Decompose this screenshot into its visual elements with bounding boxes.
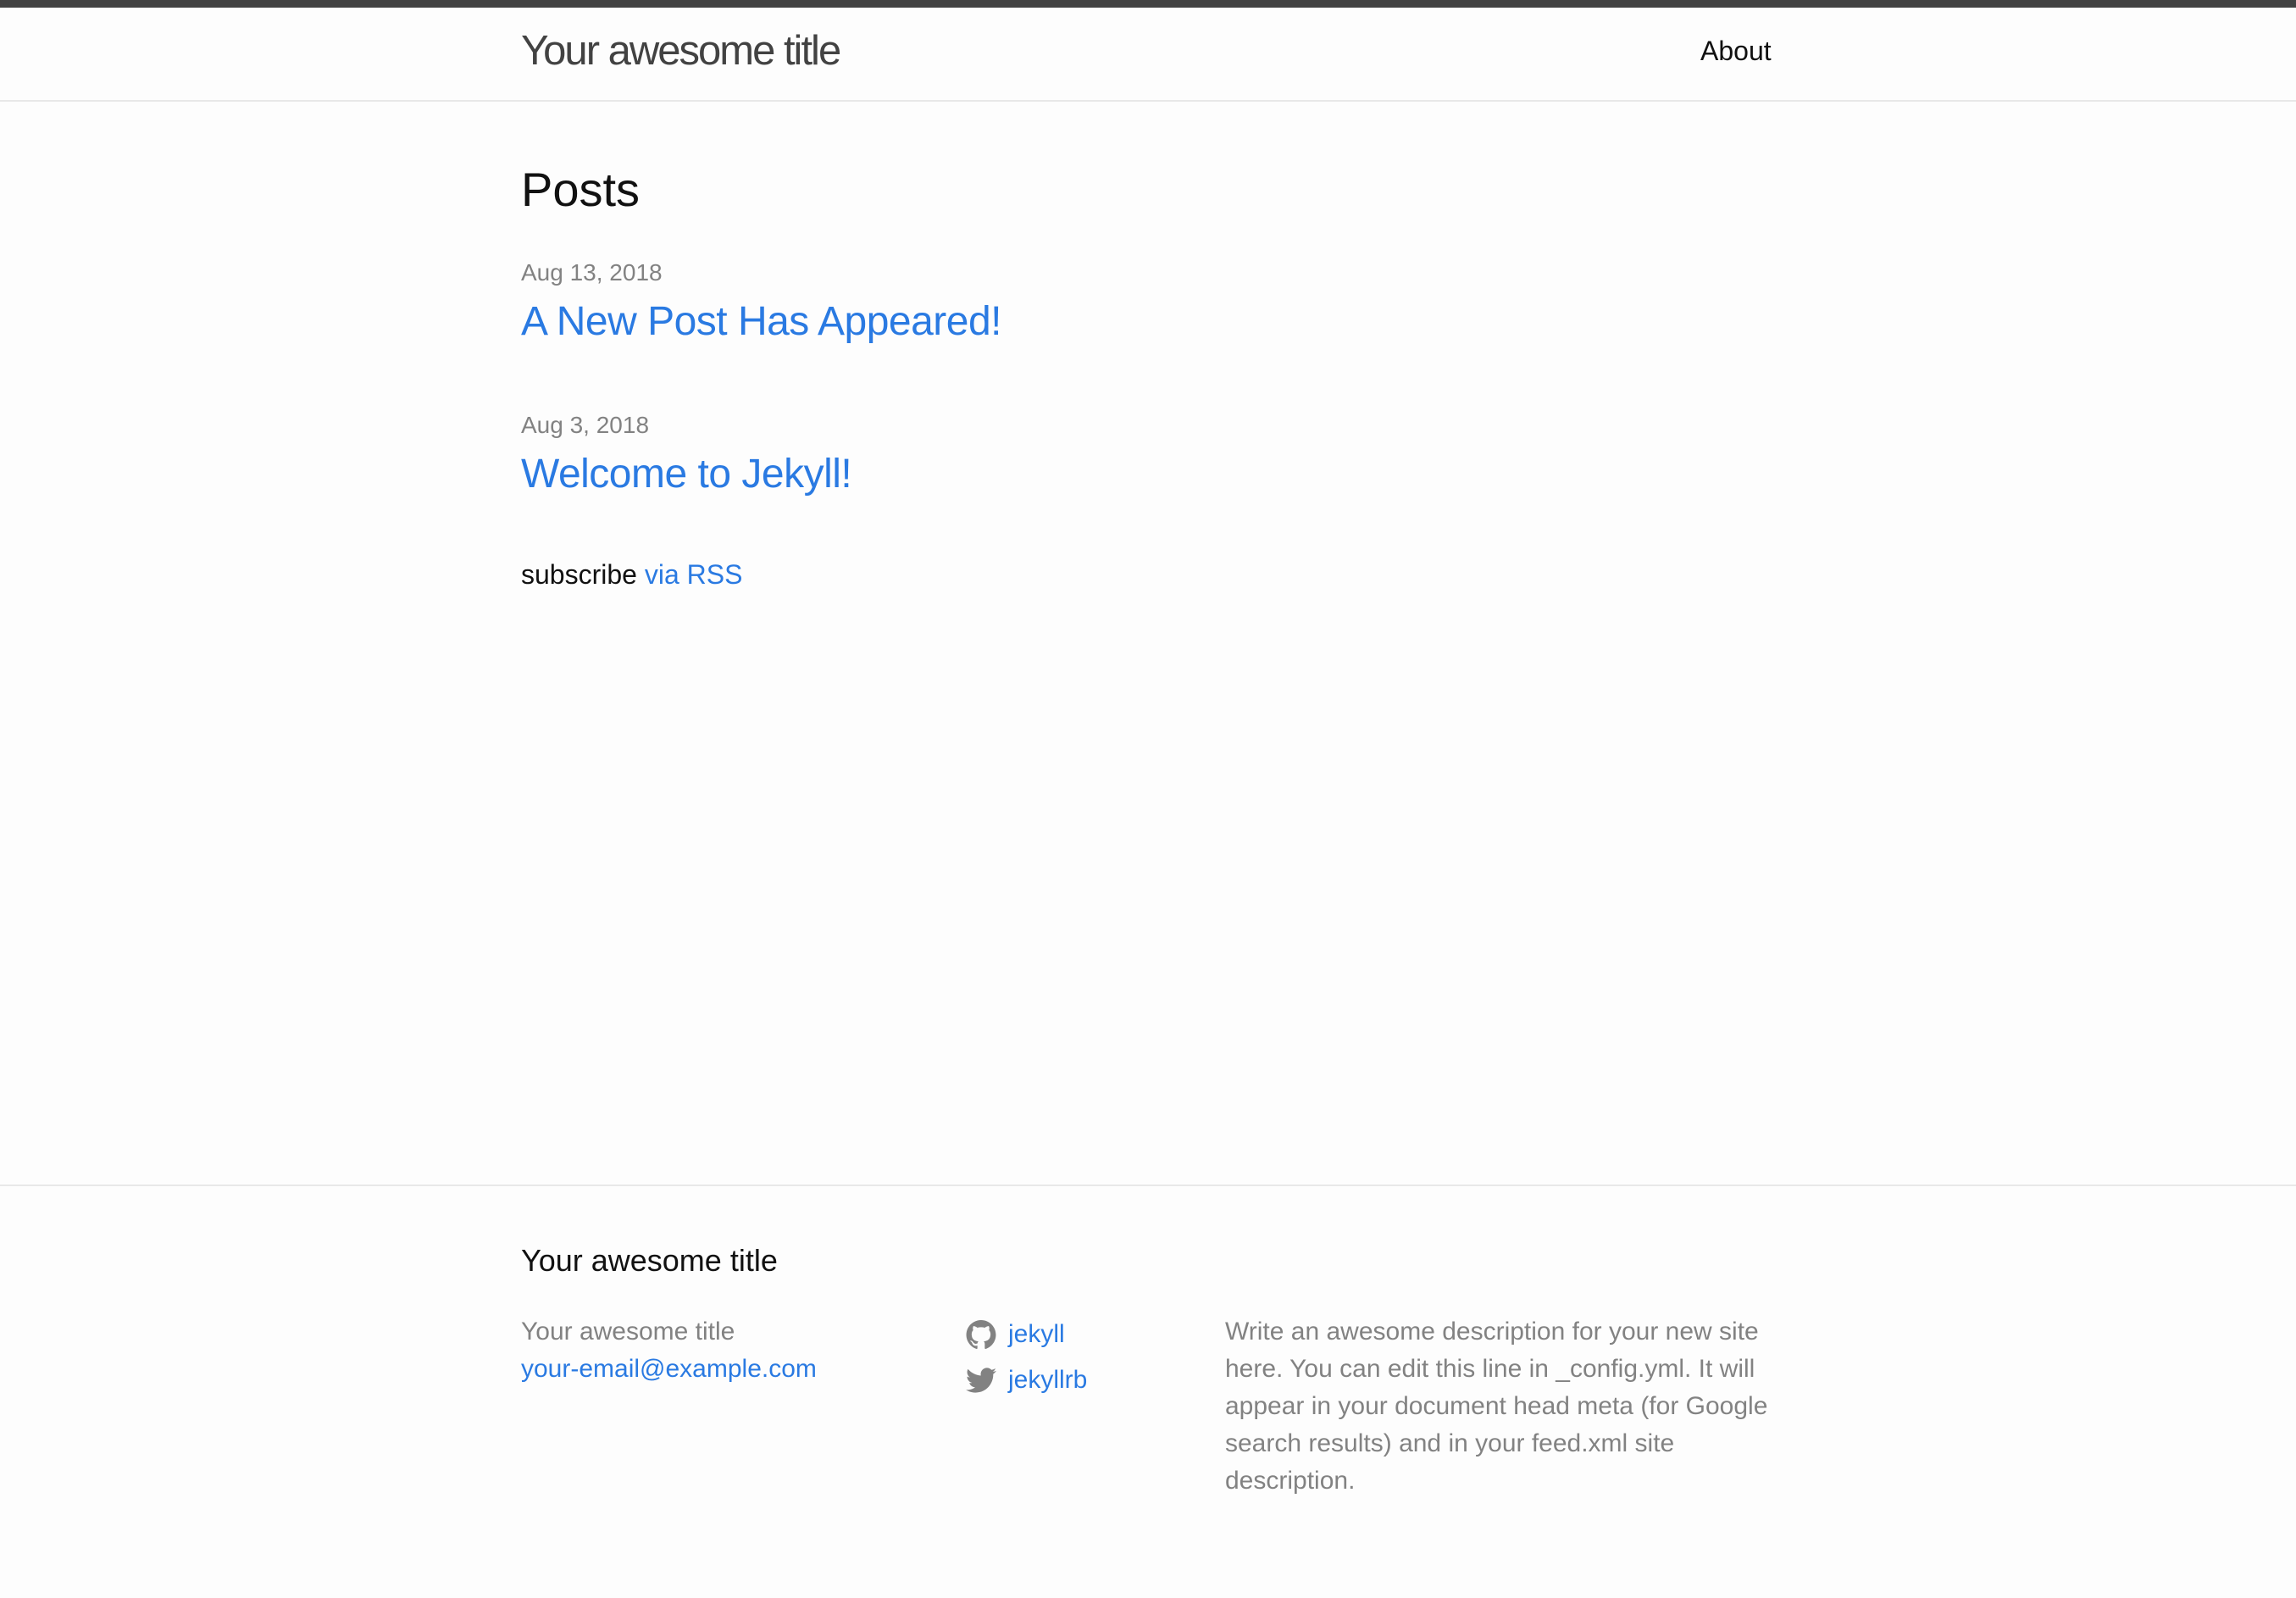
post-list-item: Aug 3, 2018 Welcome to Jekyll! <box>521 411 852 499</box>
rss-link[interactable]: via RSS <box>645 559 743 590</box>
footer-site-name: Your awesome title <box>521 1318 735 1346</box>
post-title-link[interactable]: A New Post Has Appeared! <box>521 297 1002 347</box>
rss-subscribe: subscribe via RSS <box>521 558 742 591</box>
twitter-icon <box>966 1365 996 1395</box>
twitter-link[interactable]: jekyllrb <box>1008 1366 1087 1395</box>
social-twitter: jekyllrb <box>966 1357 1186 1403</box>
footer-heading: Your awesome title <box>521 1243 778 1278</box>
footer-description: Write an awesome description for your ne… <box>1225 1318 1768 1495</box>
post-date: Aug 13, 2018 <box>521 259 663 286</box>
footer-contact-column: Your awesome title your-email@example.co… <box>521 1313 928 1388</box>
github-icon <box>966 1319 996 1350</box>
github-link[interactable]: jekyll <box>1008 1320 1065 1349</box>
footer-social-column: jekyll jekyllrb <box>966 1312 1186 1403</box>
nav-link-about[interactable]: About <box>1700 35 1772 67</box>
site-header: Your awesome title About <box>0 8 2296 102</box>
post-title-link[interactable]: Welcome to Jekyll! <box>521 450 852 499</box>
post-list-heading: Posts <box>521 163 641 216</box>
post-list-item: Aug 13, 2018 A New Post Has Appeared! <box>521 258 1002 347</box>
site-footer: Your awesome title Your awesome title yo… <box>0 1185 2296 1598</box>
footer-email-link[interactable]: your-email@example.com <box>521 1355 817 1383</box>
site-title-link[interactable]: Your awesome title <box>521 26 841 76</box>
subscribe-text: subscribe <box>521 559 637 590</box>
top-accent-bar <box>0 0 2296 8</box>
social-github: jekyll <box>966 1312 1186 1357</box>
post-date: Aug 3, 2018 <box>521 412 650 438</box>
